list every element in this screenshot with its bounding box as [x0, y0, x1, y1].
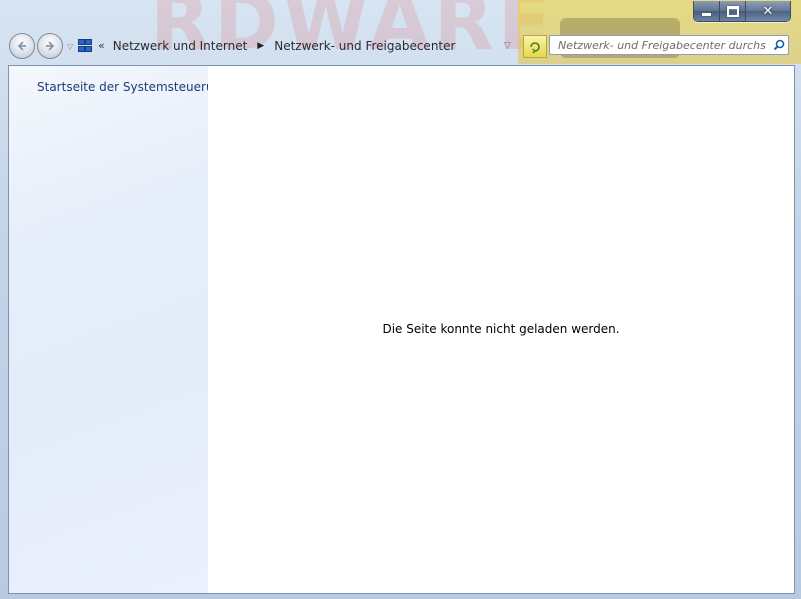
chevron-right-icon[interactable]: ▶	[257, 41, 264, 51]
close-button[interactable]: ✕	[746, 1, 790, 21]
client-area: Startseite der Systemsteuerung Die Seite…	[8, 65, 795, 594]
control-panel-home-link[interactable]: Startseite der Systemsteuerung	[37, 80, 229, 94]
navigation-buttons: ▽	[9, 33, 73, 59]
back-button[interactable]	[9, 33, 35, 59]
background-watermark: RDWARE	[150, 0, 556, 68]
forward-button[interactable]	[37, 33, 63, 59]
breadcrumb-network-and-internet[interactable]: Netzwerk und Internet	[113, 39, 248, 53]
search-icon[interactable]	[770, 39, 788, 51]
caption-buttons: ✕	[693, 1, 791, 22]
forward-arrow-icon	[46, 41, 55, 51]
maximize-button[interactable]	[720, 1, 746, 21]
address-bar[interactable]: « Netzwerk und Internet ▶ Netzwerk- und …	[78, 35, 518, 56]
recent-pages-dropdown[interactable]: ▽	[67, 42, 73, 51]
close-icon: ✕	[762, 3, 774, 19]
minimize-button[interactable]	[694, 1, 720, 21]
address-dropdown-icon[interactable]: ▽	[504, 41, 511, 51]
minimize-icon	[702, 12, 711, 16]
breadcrumb-overflow[interactable]: «	[98, 39, 105, 52]
refresh-icon	[530, 41, 540, 53]
content-pane: Die Seite konnte nicht geladen werden.	[208, 66, 794, 593]
window-frame: RDWARE ✕ ▽ « Netzwerk und Internet ▶ Net…	[0, 0, 801, 599]
refresh-button[interactable]	[523, 35, 547, 58]
maximize-icon	[726, 5, 739, 17]
search-box	[549, 35, 789, 55]
breadcrumb-network-sharing-center[interactable]: Netzwerk- und Freigabecenter	[274, 39, 455, 53]
error-message: Die Seite konnte nicht geladen werden.	[382, 322, 620, 336]
search-input[interactable]	[550, 38, 770, 52]
navigation-pane: Startseite der Systemsteuerung	[9, 66, 229, 593]
back-arrow-icon	[17, 41, 26, 51]
network-icon	[78, 38, 92, 53]
